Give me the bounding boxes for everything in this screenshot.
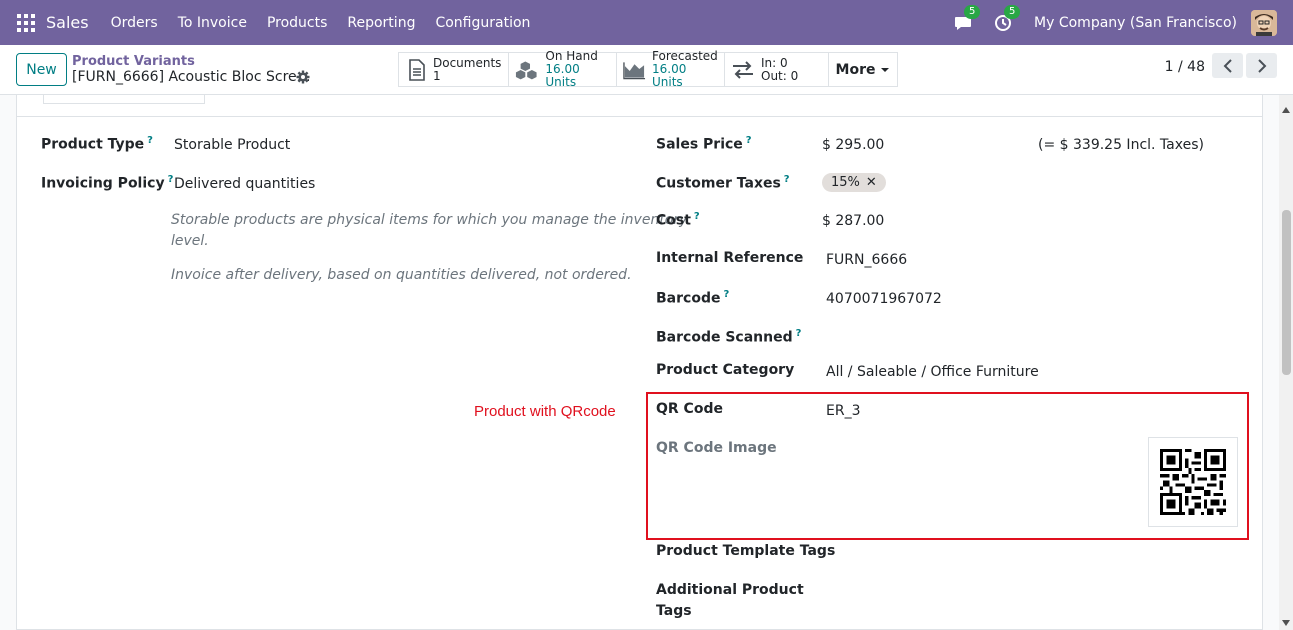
qr-code-image[interactable]	[1148, 437, 1238, 527]
caret-down-icon	[881, 67, 890, 72]
help-tooltip-icon[interactable]: ?	[784, 174, 790, 185]
help-tooltip-icon[interactable]: ?	[796, 328, 802, 339]
on-hand-smart-button[interactable]: On Hand 16.00 Units	[509, 50, 617, 89]
sales-price-field[interactable]: $ 295.00	[822, 137, 884, 153]
menu-orders[interactable]: Orders	[101, 15, 168, 31]
customer-taxes-label: Customer Taxes?	[656, 174, 790, 192]
breadcrumb-product-variants[interactable]: Product Variants	[72, 54, 195, 69]
chevron-right-icon	[1257, 58, 1266, 73]
exchange-icon	[733, 60, 753, 79]
internal-reference-field[interactable]: FURN_6666	[826, 252, 907, 268]
notebook-tab-active[interactable]	[43, 95, 205, 104]
help-tooltip-icon[interactable]: ?	[746, 135, 752, 146]
control-panel: New Product Variants [FURN_6666] Acousti…	[0, 45, 1293, 95]
qr-code-field[interactable]: ER_3	[826, 403, 860, 419]
annotation-text: Product with QRcode	[474, 403, 616, 420]
sales-price-label: Sales Price?	[656, 135, 752, 153]
product-category-field[interactable]: All / Saleable / Office Furniture	[826, 364, 1039, 380]
scroll-up-arrow-icon[interactable]	[1282, 107, 1290, 113]
app-grid-icon[interactable]	[17, 13, 35, 32]
documents-smart-button[interactable]: Documents 1	[399, 53, 509, 86]
pager-previous-button[interactable]	[1212, 53, 1243, 78]
document-icon	[409, 58, 425, 81]
invoicing-policy-label: Invoicing Policy?	[41, 174, 174, 192]
chevron-left-icon	[1223, 58, 1232, 73]
barcode-scanned-label: Barcode Scanned?	[656, 328, 802, 346]
messages-icon[interactable]: 5	[954, 4, 981, 32]
qr-code-icon	[1160, 449, 1226, 515]
help-tooltip-icon[interactable]: ?	[147, 135, 153, 146]
barcode-label: Barcode?	[656, 289, 730, 307]
pager-next-button[interactable]	[1246, 53, 1277, 78]
documents-count: 1	[433, 68, 441, 83]
menu-products[interactable]: Products	[257, 15, 337, 31]
top-navbar: Sales Orders To Invoice Products Reporti…	[0, 0, 1293, 45]
product-template-tags-label: Product Template Tags	[656, 543, 836, 559]
menu-to-invoice[interactable]: To Invoice	[168, 15, 257, 31]
invoice-help-text: Invoice after delivery, based on quantit…	[171, 267, 632, 283]
additional-product-tags-label: Additional Product Tags	[656, 582, 804, 619]
qr-code-image-label: QR Code Image	[656, 440, 777, 456]
tax-tag[interactable]: 15% ✕	[822, 173, 886, 192]
internal-reference-label: Internal Reference	[656, 250, 804, 266]
scrollbar-thumb[interactable]	[1282, 210, 1291, 375]
product-type-label: Product Type?	[41, 135, 153, 153]
pager-value[interactable]: 1 / 48	[1165, 59, 1205, 75]
messages-count-badge: 5	[964, 4, 981, 19]
barcode-field[interactable]: 4070071967072	[826, 291, 942, 307]
tab-divider	[17, 116, 1262, 117]
app-name[interactable]: Sales	[46, 13, 89, 32]
help-tooltip-icon[interactable]: ?	[168, 174, 174, 185]
sales-price-incl-taxes: (= $ 339.25 Incl. Taxes)	[1038, 137, 1204, 153]
documents-label: Documents	[433, 55, 502, 70]
forecasted-value: 16.00 Units	[652, 62, 687, 89]
more-label: More	[835, 61, 876, 78]
in-out-smart-button[interactable]: In: 0 Out: 0	[725, 53, 829, 86]
cost-label: Cost?	[656, 211, 700, 229]
activities-count-badge: 5	[1004, 4, 1021, 19]
more-dropdown[interactable]: More	[829, 53, 897, 86]
cost-field[interactable]: $ 287.00	[822, 213, 884, 229]
activities-clock-icon[interactable]: 5	[994, 4, 1021, 32]
area-chart-icon	[623, 61, 646, 79]
new-button[interactable]: New	[16, 53, 67, 86]
storable-help-text: Storable products are physical items for…	[171, 212, 688, 249]
page-scrollbar[interactable]	[1279, 95, 1293, 630]
company-switcher[interactable]: My Company (San Francisco)	[1034, 15, 1237, 31]
help-tooltip-icon[interactable]: ?	[694, 211, 700, 222]
remove-tag-icon[interactable]: ✕	[866, 175, 877, 190]
smart-buttons: Documents 1 On Hand 16.00 Units Forecasted…	[398, 50, 898, 89]
scroll-down-arrow-icon[interactable]	[1282, 620, 1290, 626]
help-tooltip-icon[interactable]: ?	[723, 289, 729, 300]
in-count: In: 0	[761, 55, 788, 70]
qr-code-label: QR Code	[656, 401, 723, 417]
user-avatar[interactable]	[1251, 9, 1277, 36]
product-category-label: Product Category	[656, 362, 795, 378]
gear-icon[interactable]	[296, 70, 310, 84]
menu-reporting[interactable]: Reporting	[337, 15, 425, 31]
cubes-icon	[515, 61, 537, 79]
forecasted-smart-button[interactable]: Forecasted 16.00 Units	[617, 50, 725, 89]
breadcrumb-current-record: [FURN_6666] Acoustic Bloc Scre…	[72, 69, 311, 85]
product-type-field[interactable]: Storable Product	[174, 137, 290, 153]
invoicing-policy-field[interactable]: Delivered quantities	[174, 176, 315, 192]
out-count: Out: 0	[761, 68, 799, 83]
menu-configuration[interactable]: Configuration	[425, 15, 540, 31]
on-hand-value: 16.00 Units	[545, 62, 580, 89]
